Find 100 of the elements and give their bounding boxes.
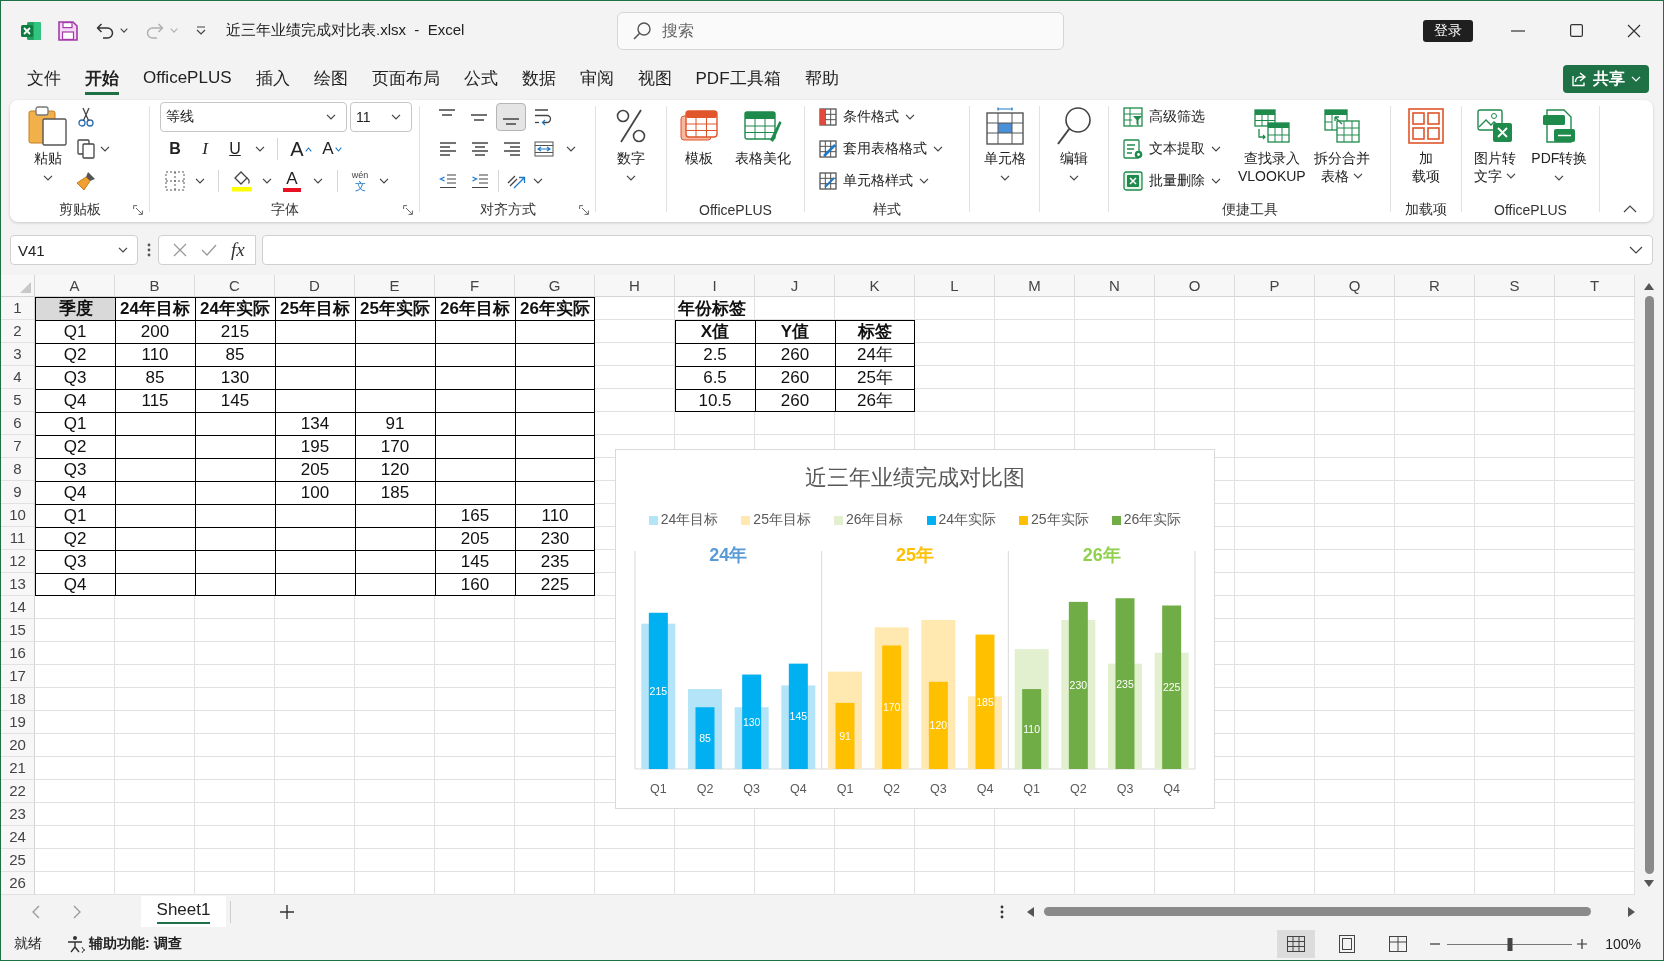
- scroll-right-icon[interactable]: [1628, 906, 1635, 917]
- shrink-font-button[interactable]: A: [317, 135, 347, 163]
- row-header[interactable]: 13: [1, 573, 35, 596]
- align-right-icon[interactable]: [503, 141, 521, 157]
- row-header[interactable]: 25: [1, 849, 35, 872]
- collapse-ribbon-icon[interactable]: [1623, 205, 1637, 213]
- menu-tab[interactable]: 帮助: [792, 60, 851, 98]
- column-header[interactable]: H: [595, 275, 675, 297]
- menu-tab[interactable]: 公式: [451, 60, 510, 98]
- search-field[interactable]: 搜索: [617, 11, 1064, 50]
- column-header[interactable]: J: [755, 275, 835, 297]
- formula-input[interactable]: [262, 235, 1653, 265]
- scrollbar-thumb[interactable]: [1644, 296, 1654, 874]
- save-icon[interactable]: [58, 20, 78, 41]
- column-header[interactable]: A: [35, 275, 115, 297]
- row-header[interactable]: 3: [1, 343, 35, 366]
- normal-view-button[interactable]: [1277, 930, 1316, 958]
- slider-thumb[interactable]: [1507, 937, 1513, 951]
- sign-in-button[interactable]: 登录: [1423, 19, 1473, 42]
- maximize-icon[interactable]: [1569, 24, 1583, 37]
- caret-icon[interactable]: [262, 178, 272, 184]
- underline-button[interactable]: U: [220, 135, 250, 163]
- caret-icon[interactable]: [626, 175, 636, 181]
- dialog-launcher-icon[interactable]: [579, 204, 589, 215]
- menu-tab[interactable]: OfficePLUS: [131, 60, 244, 98]
- table-beautify-button[interactable]: 表格美化: [731, 101, 795, 169]
- more-icon[interactable]: [147, 243, 151, 257]
- caret-icon[interactable]: [1211, 178, 1221, 184]
- scrollbar-thumb[interactable]: [1044, 907, 1591, 916]
- caret-icon[interactable]: [919, 178, 929, 184]
- caret-icon[interactable]: [933, 146, 943, 152]
- undo-icon[interactable]: [96, 22, 114, 39]
- paintbrush-icon[interactable]: [76, 171, 96, 191]
- caret-icon[interactable]: [326, 114, 336, 120]
- cells-button[interactable]: 单元格: [979, 101, 1030, 183]
- bottom-align-button[interactable]: [496, 103, 526, 131]
- row-header[interactable]: 8: [1, 458, 35, 481]
- chevron-right-icon[interactable]: [73, 904, 81, 919]
- name-box[interactable]: V41: [10, 235, 138, 265]
- column-header[interactable]: L: [915, 275, 995, 297]
- add-sheet-icon[interactable]: [280, 904, 294, 919]
- column-header[interactable]: P: [1235, 275, 1315, 297]
- insert-function-button[interactable]: fx: [231, 239, 245, 261]
- row-header[interactable]: 6: [1, 412, 35, 435]
- column-header[interactable]: B: [115, 275, 195, 297]
- caret-icon[interactable]: [391, 114, 401, 120]
- italic-button[interactable]: I: [190, 135, 220, 163]
- close-icon[interactable]: [1627, 23, 1641, 38]
- row-header[interactable]: 18: [1, 688, 35, 711]
- caret-icon[interactable]: [1069, 175, 1079, 181]
- bold-button[interactable]: B: [160, 135, 190, 163]
- caret-icon[interactable]: [100, 146, 110, 152]
- row-header[interactable]: 22: [1, 780, 35, 803]
- cell-styles-button[interactable]: 单元格样式: [819, 167, 929, 195]
- menu-tab[interactable]: 开始: [73, 60, 131, 98]
- more-icon[interactable]: [1000, 904, 1004, 919]
- wrap-text-icon[interactable]: [534, 108, 552, 126]
- column-header[interactable]: O: [1155, 275, 1235, 297]
- customize-toolbar-icon[interactable]: [196, 26, 206, 35]
- row-header[interactable]: 4: [1, 366, 35, 389]
- row-header[interactable]: 24: [1, 826, 35, 849]
- row-header[interactable]: 23: [1, 803, 35, 826]
- row-header[interactable]: 14: [1, 596, 35, 619]
- batch-delete-button[interactable]: 批量删除: [1123, 167, 1221, 195]
- scroll-down-icon[interactable]: [1644, 880, 1654, 887]
- caret-icon[interactable]: [1629, 246, 1643, 254]
- accessibility-icon[interactable]: [67, 935, 85, 953]
- menu-tab[interactable]: 数据: [509, 60, 568, 98]
- row-header[interactable]: 17: [1, 665, 35, 688]
- align-left-icon[interactable]: [439, 141, 457, 157]
- number-format-button[interactable]: 数字: [612, 101, 650, 183]
- increase-indent-icon[interactable]: [471, 173, 489, 189]
- menu-tab[interactable]: 插入: [243, 60, 302, 98]
- paste-button[interactable]: 粘贴: [24, 101, 72, 183]
- split-merge-button[interactable]: 拆分合并 表格: [1309, 101, 1374, 187]
- column-header[interactable]: T: [1555, 275, 1635, 297]
- caret-icon[interactable]: [313, 178, 323, 184]
- caret-icon[interactable]: [1505, 173, 1516, 179]
- menu-tab[interactable]: 审阅: [567, 60, 626, 98]
- editing-button[interactable]: 编辑: [1053, 101, 1095, 183]
- row-header[interactable]: 12: [1, 550, 35, 573]
- caret-icon[interactable]: [566, 146, 576, 152]
- lookup-button[interactable]: 查找录入 VLOOKUP: [1234, 101, 1310, 187]
- font-color-button[interactable]: A: [281, 167, 303, 195]
- column-header[interactable]: R: [1395, 275, 1475, 297]
- row-header[interactable]: 26: [1, 872, 35, 895]
- check-icon[interactable]: [201, 244, 217, 256]
- menu-tab[interactable]: 视图: [625, 60, 684, 98]
- row-header[interactable]: 21: [1, 757, 35, 780]
- column-header[interactable]: D: [275, 275, 355, 297]
- dialog-launcher-icon[interactable]: [403, 204, 413, 215]
- minimize-icon[interactable]: [1511, 29, 1525, 32]
- menu-tab[interactable]: PDF工具箱: [683, 60, 793, 98]
- row-header[interactable]: 15: [1, 619, 35, 642]
- decrease-indent-icon[interactable]: [439, 173, 457, 189]
- template-button[interactable]: 模板: [676, 101, 722, 169]
- caret-icon[interactable]: [120, 28, 128, 33]
- column-header[interactable]: C: [195, 275, 275, 297]
- column-header[interactable]: M: [995, 275, 1075, 297]
- format-as-table-button[interactable]: 套用表格格式: [819, 135, 943, 163]
